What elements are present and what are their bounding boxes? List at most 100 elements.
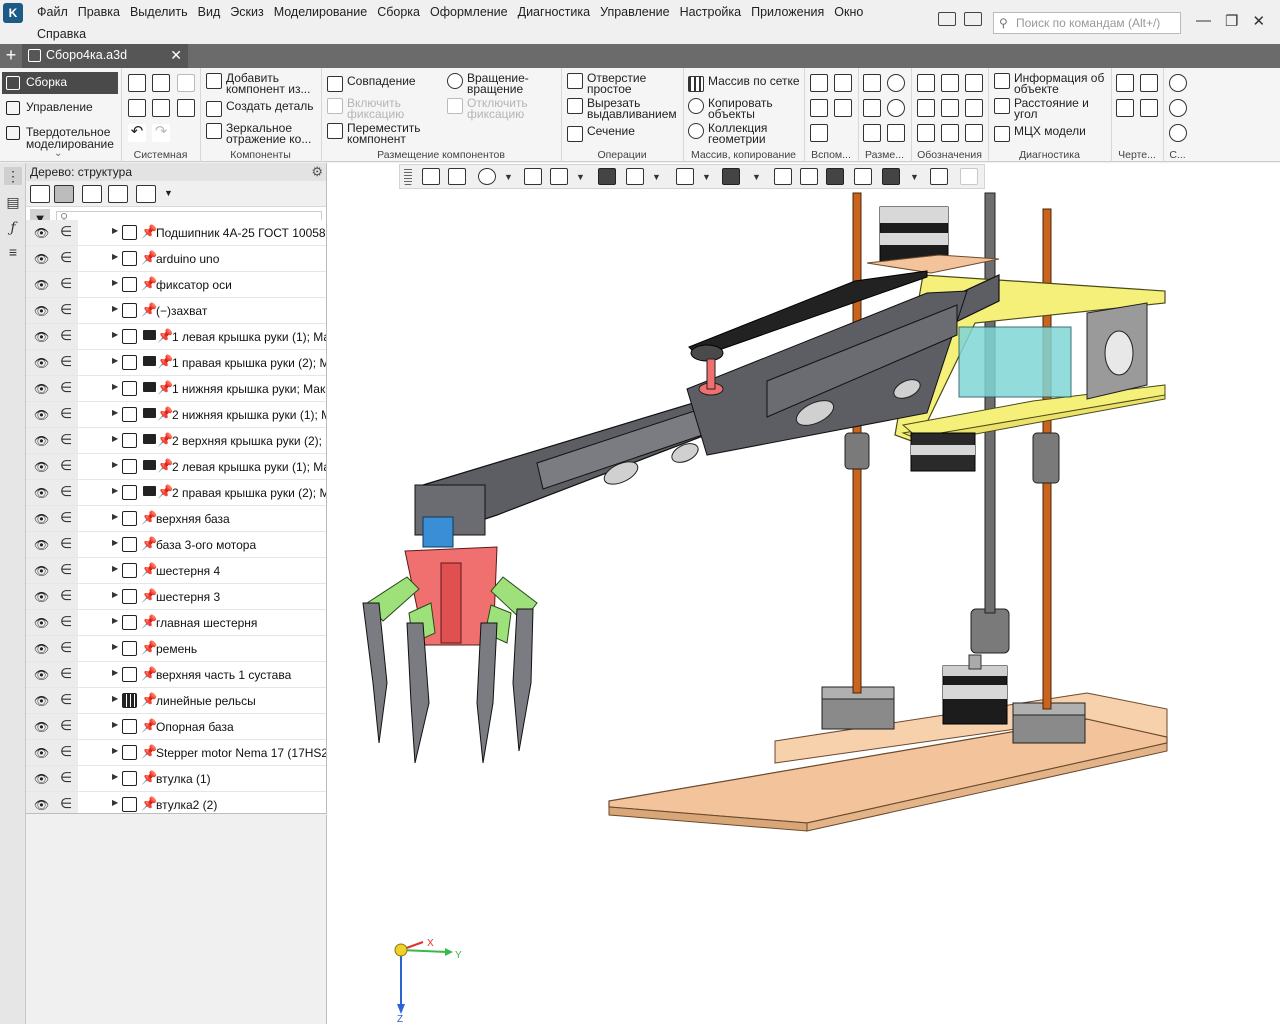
print-button[interactable] (128, 99, 146, 117)
properties-icon[interactable]: ▤ (4, 193, 22, 211)
document-tab[interactable]: Сборо4ка.a3d ✕ (22, 44, 188, 68)
nav-solid-modeling[interactable]: Твердотельное моделирование (2, 122, 118, 150)
include-in-calc-icon[interactable]: ∈ (60, 223, 72, 240)
tree-row[interactable]: 👁 ∈ ▶ 📌 шестерня 3 (26, 584, 326, 610)
visibility-eye-icon[interactable]: 👁 (34, 252, 49, 266)
include-in-calc-icon[interactable]: ∈ (60, 353, 72, 370)
coincidence-button[interactable]: Совпадение (327, 75, 416, 92)
tree-row[interactable]: 👁 ∈ ▶ 📌 1 левая крышка руки (1); Ма (26, 324, 326, 350)
tree-row[interactable]: 👁 ∈ ▶ 📌 верхняя часть 1 сустава (26, 662, 326, 688)
menu-assembly[interactable]: Сборка (372, 3, 425, 21)
chevron-down-icon[interactable]: ▼ (576, 172, 585, 182)
include-in-calc-icon[interactable]: ∈ (60, 275, 72, 292)
mass-properties-button[interactable]: МЦХ модели (994, 125, 1086, 142)
include-in-calc-icon[interactable]: ∈ (60, 587, 72, 604)
open-folder-button[interactable] (152, 74, 170, 92)
weld-icon[interactable] (941, 99, 959, 117)
create-drawing-icon[interactable] (1116, 74, 1134, 92)
tree-row[interactable]: 👁 ∈ ▶ 📌 линейные рельсы (26, 688, 326, 714)
visibility-eye-icon[interactable]: 👁 (34, 356, 49, 370)
preview-button[interactable] (152, 99, 170, 117)
base-icon[interactable] (965, 74, 983, 92)
menu-file[interactable]: Файл (32, 3, 73, 21)
visibility-eye-icon[interactable]: 👁 (34, 460, 49, 474)
expand-arrow-icon[interactable]: ▶ (112, 304, 118, 313)
tree-row[interactable]: 👁 ∈ ▶ 📌 1 правая крышка руки (2); М (26, 350, 326, 376)
include-in-calc-icon[interactable]: ∈ (60, 769, 72, 786)
close-tab-icon[interactable]: ✕ (170, 47, 182, 64)
section-button[interactable]: Сечение (567, 125, 635, 142)
visibility-eye-icon[interactable]: 👁 (34, 408, 49, 422)
visibility-eye-icon[interactable]: 👁 (34, 798, 49, 812)
expand-arrow-icon[interactable]: ▶ (112, 408, 118, 417)
include-in-calc-icon[interactable]: ∈ (60, 717, 72, 734)
expand-arrow-icon[interactable]: ▶ (112, 538, 118, 547)
expand-arrow-icon[interactable]: ▶ (112, 278, 118, 287)
include-in-calc-icon[interactable]: ∈ (60, 379, 72, 396)
tree-row[interactable]: 👁 ∈ ▶ 📌 шестерня 4 (26, 558, 326, 584)
tree-row[interactable]: 👁 ∈ ▶ 📌 1 нижняя крышка руки; Мак (26, 376, 326, 402)
include-in-calc-icon[interactable]: ∈ (60, 301, 72, 318)
toolbar-grip-icon[interactable] (404, 168, 412, 185)
visibility-eye-icon[interactable]: 👁 (34, 486, 49, 500)
visibility-eye-icon[interactable]: 👁 (34, 382, 49, 396)
expand-arrow-icon[interactable]: ▶ (112, 434, 118, 443)
edit-icon[interactable] (960, 168, 978, 185)
chevron-down-icon[interactable]: ▼ (652, 172, 661, 182)
visibility-eye-icon[interactable]: 👁 (34, 304, 49, 318)
include-in-calc-icon[interactable]: ∈ (60, 795, 72, 812)
visibility-eye-icon[interactable]: 👁 (34, 512, 49, 526)
leader-icon[interactable] (917, 74, 935, 92)
layers-view-icon[interactable] (854, 168, 872, 185)
show-components-icon[interactable] (82, 185, 102, 203)
tree-row[interactable]: 👁 ∈ ▶ 📌 втулка (1) (26, 766, 326, 792)
nav-assembly[interactable]: Сборка (2, 72, 118, 94)
measure-icon[interactable] (930, 168, 948, 185)
include-in-calc-icon[interactable]: ∈ (60, 431, 72, 448)
chevron-down-icon[interactable]: ▼ (752, 172, 761, 182)
mark-icon[interactable] (965, 99, 983, 117)
expand-arrow-icon[interactable]: ▶ (112, 486, 118, 495)
normal-to-icon[interactable] (448, 168, 466, 185)
hide-icon[interactable] (676, 168, 694, 185)
copy-objects-button[interactable]: Копировать объекты (688, 97, 773, 120)
aux-csys-icon[interactable] (834, 99, 852, 117)
table-icon[interactable] (965, 124, 983, 142)
add-component-button[interactable]: Добавить компонент из... (206, 72, 310, 95)
tree-row[interactable]: 👁 ∈ ▶ 📌 arduino uno (26, 246, 326, 272)
visibility-eye-icon[interactable]: 👁 (34, 668, 49, 682)
tree-row[interactable]: 👁 ∈ ▶ 📌 2 правая крышка руки (2); М (26, 480, 326, 506)
include-in-calc-icon[interactable]: ∈ (60, 327, 72, 344)
section-view-icon[interactable] (774, 168, 792, 185)
angle-dim-icon[interactable] (863, 99, 881, 117)
tree-row[interactable]: 👁 ∈ ▶ 📌 база 3-ого мотора (26, 532, 326, 558)
expand-arrow-icon[interactable]: ▶ (112, 798, 118, 807)
enable-fix-button[interactable]: Включить фиксацию (327, 97, 404, 120)
include-in-calc-icon[interactable]: ∈ (60, 509, 72, 526)
show-hidden-icon[interactable] (108, 185, 128, 203)
roughness-icon[interactable] (941, 74, 959, 92)
grid-array-button[interactable]: Массив по сетке (688, 75, 800, 92)
simple-hole-button[interactable]: Отверстие простое (567, 72, 646, 95)
structure-view-icon[interactable] (30, 185, 50, 203)
undo-icon[interactable]: ↶ (128, 124, 146, 142)
mirror-component-button[interactable]: Зеркальное отражение ко... (206, 122, 311, 145)
include-in-calc-icon[interactable]: ∈ (60, 613, 72, 630)
expand-arrow-icon[interactable]: ▶ (112, 226, 118, 235)
expand-arrow-icon[interactable]: ▶ (112, 590, 118, 599)
sketch-view-icon[interactable] (422, 168, 440, 185)
include-in-calc-icon[interactable]: ∈ (60, 535, 72, 552)
tree-panel-icon[interactable]: ⋮ (4, 167, 22, 185)
report-icon[interactable] (1140, 99, 1158, 117)
menu-settings[interactable]: Настройка (675, 3, 747, 21)
menu-management[interactable]: Управление (595, 3, 675, 21)
tree-row[interactable]: 👁 ∈ ▶ 📌 Подшипник 4А-25 ГОСТ 10058- (26, 220, 326, 246)
expand-arrow-icon[interactable]: ▶ (112, 616, 118, 625)
menu-select[interactable]: Выделить (125, 3, 193, 21)
new-document-button[interactable] (128, 74, 146, 92)
visibility-eye-icon[interactable]: 👁 (34, 746, 49, 760)
structure-tree-icon[interactable] (54, 185, 74, 203)
visibility-eye-icon[interactable]: 👁 (34, 642, 49, 656)
dim-edit-icon[interactable] (887, 124, 905, 142)
include-in-calc-icon[interactable]: ∈ (60, 483, 72, 500)
